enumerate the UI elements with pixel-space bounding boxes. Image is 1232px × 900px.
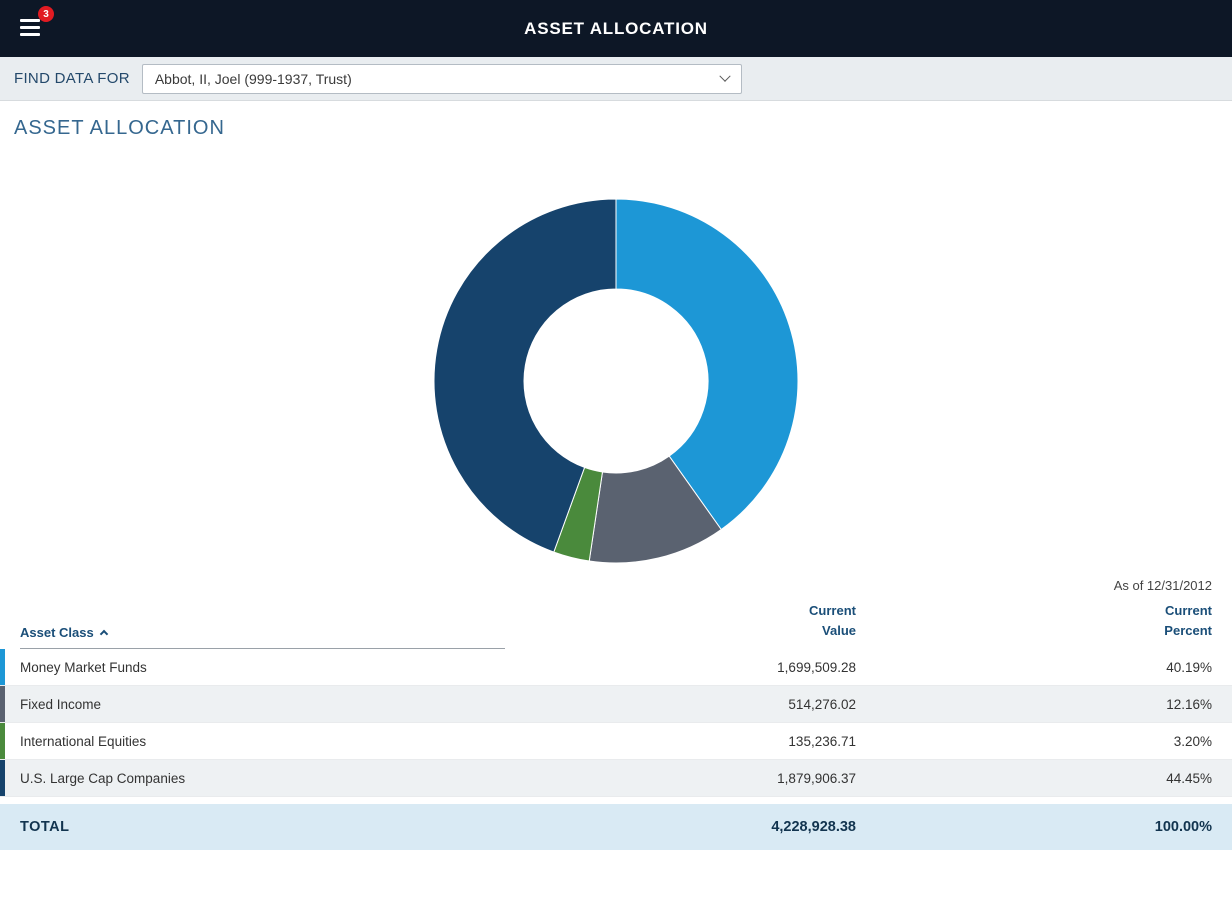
page-title: ASSET ALLOCATION [14,117,1232,140]
asset-class-cell: U.S. Large Cap Companies [0,771,505,786]
current-percent-cell: 40.19% [856,660,1232,675]
table-row[interactable]: Money Market Funds 1,699,509.28 40.19% [0,649,1232,686]
asset-class-header-label: Asset Class [20,625,94,640]
total-label: TOTAL [0,819,505,835]
hamburger-icon [20,19,40,40]
asset-class-cell: Fixed Income [0,697,505,712]
current-value-cell: 1,699,509.28 [505,660,856,675]
as-of-date: As of 12/31/2012 [0,578,1232,593]
row-color-marker [0,686,5,722]
app-title: ASSET ALLOCATION [524,19,708,39]
total-percent: 100.00% [856,819,1232,835]
find-data-label: FIND DATA FOR [14,70,130,87]
current-percent-cell: 12.16% [856,697,1232,712]
asset-allocation-table: Asset Class Current Value Current Percen… [0,601,1232,850]
row-color-marker [0,723,5,759]
current-value-cell: 1,879,906.37 [505,771,856,786]
current-percent-cell: 44.45% [856,771,1232,786]
total-value: 4,228,928.38 [505,819,856,835]
table-header-row: Asset Class Current Value Current Percen… [0,601,1232,649]
notification-badge: 3 [38,6,54,22]
column-header-asset-class[interactable]: Asset Class [20,625,505,649]
donut-chart [433,198,799,564]
main-content: ASSET ALLOCATION As of 12/31/2012 Asset … [0,117,1232,850]
asset-class-cell: Money Market Funds [0,660,505,675]
find-data-bar: FIND DATA FOR Abbot, II, Joel (999-1937,… [0,57,1232,101]
chart-area [0,198,1232,564]
column-header-current-percent[interactable]: Current Percent [856,601,1232,649]
table-row[interactable]: International Equities 135,236.71 3.20% [0,723,1232,760]
current-value-cell: 135,236.71 [505,734,856,749]
current-percent-cell: 3.20% [856,734,1232,749]
find-data-selected-value: Abbot, II, Joel (999-1937, Trust) [155,71,352,87]
table-row[interactable]: U.S. Large Cap Companies 1,879,906.37 44… [0,760,1232,797]
table-row[interactable]: Fixed Income 514,276.02 12.16% [0,686,1232,723]
current-value-cell: 514,276.02 [505,697,856,712]
hamburger-menu-button[interactable]: 3 [16,11,52,47]
row-color-marker [0,760,5,796]
total-row: TOTAL 4,228,928.38 100.00% [0,804,1232,850]
row-color-marker [0,649,5,685]
asset-class-cell: International Equities [0,734,505,749]
top-bar: 3 ASSET ALLOCATION [0,0,1232,57]
sort-ascending-icon [99,630,107,638]
find-data-select[interactable]: Abbot, II, Joel (999-1937, Trust) [142,64,742,94]
column-header-current-value[interactable]: Current Value [505,601,856,649]
chevron-down-icon [719,70,730,81]
